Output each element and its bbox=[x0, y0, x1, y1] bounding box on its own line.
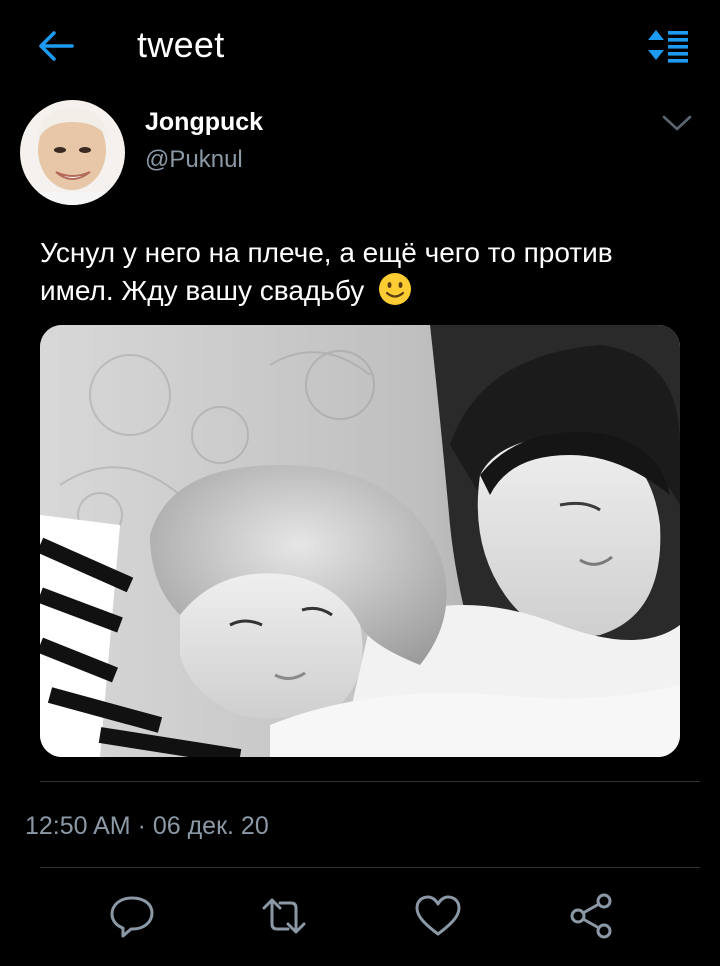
sort-list-icon[interactable] bbox=[646, 26, 690, 64]
reply-icon[interactable] bbox=[106, 890, 158, 942]
tweet-timestamp: 12:50 AM · 06 дек. 20 bbox=[25, 812, 269, 840]
retweet-icon[interactable] bbox=[258, 890, 310, 942]
arrow-left-icon[interactable] bbox=[36, 28, 76, 64]
avatar-image bbox=[20, 100, 125, 205]
photo-image bbox=[40, 325, 680, 757]
author-handle[interactable]: @Puknul bbox=[145, 146, 243, 174]
slightly-smiling-face-icon bbox=[379, 273, 412, 305]
divider bbox=[40, 867, 700, 868]
tweet-text: Уснул у него на плече, а ещё чего то про… bbox=[40, 234, 690, 310]
divider bbox=[40, 781, 700, 782]
tweet-photo[interactable] bbox=[40, 325, 680, 757]
heart-icon[interactable] bbox=[412, 890, 464, 942]
top-app-bar: tweet bbox=[0, 0, 720, 92]
avatar[interactable] bbox=[20, 100, 125, 205]
tweet-actions bbox=[0, 890, 720, 950]
chevron-down-icon[interactable] bbox=[660, 112, 694, 134]
tweet-text-content: Уснул у него на плече, а ещё чего то про… bbox=[40, 237, 613, 306]
author-name[interactable]: Jongpuck bbox=[145, 108, 263, 137]
share-icon[interactable] bbox=[566, 890, 618, 942]
page-title: tweet bbox=[137, 24, 225, 65]
